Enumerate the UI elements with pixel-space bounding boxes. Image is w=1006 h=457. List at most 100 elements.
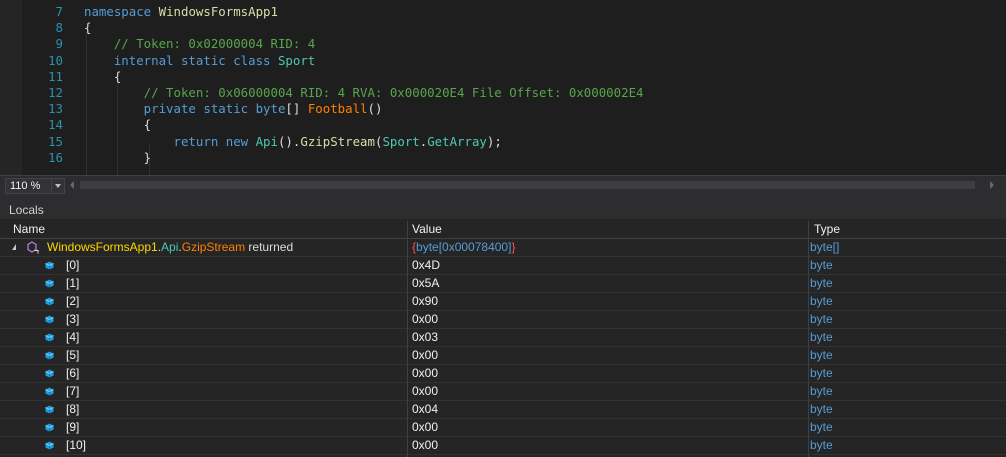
table-row[interactable]: [5] 0x00 byte <box>0 347 1006 365</box>
code-text: { <box>84 69 121 85</box>
type-cell: byte <box>810 384 833 398</box>
code-line[interactable]: 9 // Token: 0x02000004 RID: 4 <box>0 36 1006 52</box>
code-text: { <box>84 117 151 133</box>
value-cell[interactable]: 0x4D <box>412 257 806 274</box>
type-cell: byte <box>810 366 833 380</box>
code-line[interactable]: 10 internal static class Sport <box>0 53 1006 69</box>
name-cell: [4] <box>0 329 407 346</box>
type-cell: byte <box>810 276 833 290</box>
code-line[interactable]: 7 namespace WindowsFormsApp1 <box>0 4 1006 20</box>
code-token: GzipStream <box>300 133 375 149</box>
table-row-returned[interactable]: WindowsFormsApp1.Api.GzipStream returned… <box>0 239 1006 257</box>
scroll-right-arrow-icon[interactable] <box>990 181 994 189</box>
table-row[interactable]: [0] 0x4D byte <box>0 257 1006 275</box>
code-text: // Token: 0x06000004 RID: 4 RVA: 0x00002… <box>84 85 644 101</box>
column-header-type-label: Type <box>814 222 841 236</box>
scroll-left-arrow-icon[interactable] <box>70 181 74 189</box>
field-cube-icon <box>45 315 54 324</box>
table-row[interactable]: [8] 0x04 byte <box>0 401 1006 419</box>
code-token: private static byte <box>84 101 286 117</box>
code-text: private static byte[] Football() <box>84 101 383 117</box>
line-number: 10 <box>48 52 63 68</box>
value-cell[interactable]: 0x00 <box>412 365 806 382</box>
code-token: { <box>84 20 92 36</box>
code-token: { <box>84 117 152 133</box>
value-cell[interactable]: 0x04 <box>412 401 806 418</box>
item-index: [9] <box>66 420 80 434</box>
name-cell: WindowsFormsApp1.Api.GzipStream returned <box>0 239 407 256</box>
returned-method: GzipStream <box>181 240 246 254</box>
returned-suffix: returned <box>245 240 294 254</box>
type-cell: byte <box>810 420 833 434</box>
type-cell: byte <box>810 258 833 272</box>
value-brace-close: } <box>511 240 516 254</box>
name-cell: [8] <box>0 401 407 418</box>
field-cube-icon <box>45 261 54 270</box>
table-row[interactable]: [9] 0x00 byte <box>0 419 1006 437</box>
name-cell: [10] <box>0 437 407 454</box>
item-index: [1] <box>66 276 80 290</box>
value-cell[interactable]: 0x00 <box>412 383 806 400</box>
value-cell[interactable]: 0x00 <box>412 437 806 454</box>
value-cell[interactable]: 0x00 <box>412 311 806 328</box>
column-header-value[interactable]: Value <box>408 221 808 239</box>
code-text: // Token: 0x02000004 RID: 4 <box>84 36 315 52</box>
locals-title: Locals <box>9 203 44 217</box>
code-line[interactable]: 8{ <box>0 20 1006 36</box>
line-number: 13 <box>48 101 63 117</box>
field-cube-icon <box>45 351 54 360</box>
code-text: { <box>84 20 91 36</box>
code-editor[interactable]: 7 namespace WindowsFormsApp1 8{9 // Token:… <box>0 0 1006 175</box>
name-cell: [5] <box>0 347 407 364</box>
column-header-name[interactable]: Name <box>0 221 407 239</box>
value-cell[interactable]: 0x00 <box>412 419 806 436</box>
line-number: 7 <box>55 4 63 19</box>
code-line[interactable]: 15 return new Api().GzipStream(Sport.Get… <box>0 134 1006 150</box>
code-line[interactable]: 11 { <box>0 69 1006 85</box>
value-cell[interactable]: {byte[0x00078400]} <box>412 239 806 256</box>
value-cell[interactable]: 0x00 <box>412 347 806 364</box>
table-row[interactable]: [7] 0x00 byte <box>0 383 1006 401</box>
table-row[interactable]: [3] 0x00 byte <box>0 311 1006 329</box>
chevron-down-icon[interactable] <box>51 179 64 193</box>
value-cell[interactable]: 0x03 <box>412 329 806 346</box>
value-cell[interactable]: 0x5A <box>412 275 806 292</box>
type-cell: byte <box>810 330 833 344</box>
code-line[interactable]: 14 { <box>0 117 1006 133</box>
code-line[interactable]: 12 // Token: 0x06000004 RID: 4 RVA: 0x00… <box>0 85 1006 101</box>
item-index: [8] <box>66 402 80 416</box>
code-text: internal static class Sport <box>84 53 315 69</box>
code-line[interactable]: 13 private static byte[] Football() <box>0 101 1006 117</box>
line-number: 11 <box>48 68 63 84</box>
value-cell[interactable]: 0x90 <box>412 293 806 310</box>
horizontal-scrollbar-thumb[interactable] <box>80 181 975 189</box>
type-cell: byte <box>810 438 833 452</box>
code-text: namespace WindowsFormsApp1 <box>84 4 278 20</box>
type-cell: byte[] <box>810 240 840 254</box>
column-header-type[interactable]: Type <box>809 221 1006 239</box>
table-row[interactable]: [4] 0x03 byte <box>0 329 1006 347</box>
column-divider[interactable] <box>407 221 408 457</box>
expander-icon[interactable] <box>12 244 16 250</box>
name-cell: [2] <box>0 293 407 310</box>
table-row[interactable]: [10] 0x00 byte <box>0 437 1006 455</box>
field-cube-icon <box>45 387 54 396</box>
code-text: } <box>84 150 151 166</box>
field-cube-icon <box>45 405 54 414</box>
zoom-dropdown[interactable]: 110 % <box>5 178 65 194</box>
code-line[interactable]: 16 } <box>0 150 1006 166</box>
table-row[interactable]: [2] 0x90 byte <box>0 293 1006 311</box>
type-cell: byte <box>810 402 833 416</box>
return-value-icon <box>27 241 39 254</box>
column-divider[interactable] <box>808 221 809 457</box>
item-index: [3] <box>66 312 80 326</box>
editor-zoom-bar: 110 % <box>0 175 1006 194</box>
line-number: 8 <box>55 20 63 36</box>
table-row[interactable]: [1] 0x5A byte <box>0 275 1006 293</box>
table-row[interactable]: [6] 0x00 byte <box>0 365 1006 383</box>
code-token: WindowsFormsApp1 <box>158 4 278 19</box>
code-token: Sport <box>382 133 420 149</box>
panel-splitter[interactable] <box>0 194 1006 201</box>
code-token: () <box>367 101 383 117</box>
field-cube-icon <box>45 369 54 378</box>
